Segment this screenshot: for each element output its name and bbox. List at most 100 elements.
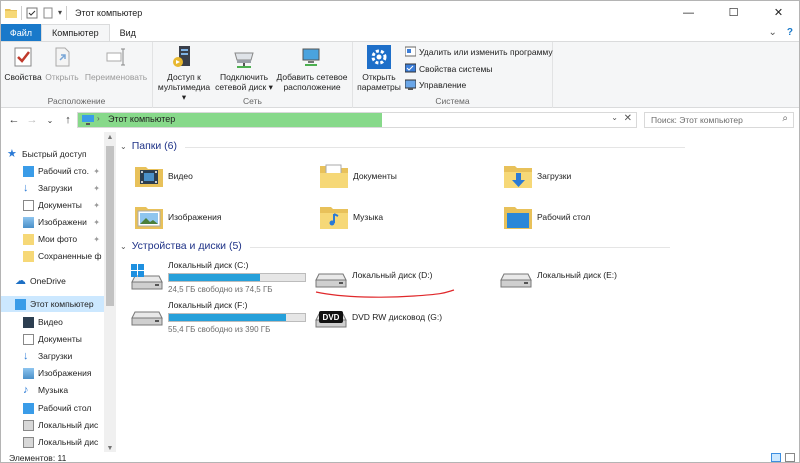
- nav-pc-desktop[interactable]: Рабочий стол: [1, 400, 104, 416]
- properties-button[interactable]: Свойства: [4, 44, 42, 82]
- back-button[interactable]: ←: [5, 114, 23, 126]
- folder-downloads[interactable]: Загрузки: [503, 161, 571, 191]
- nav-pc-video[interactable]: Видео: [1, 314, 104, 330]
- pin-icon: ✦: [93, 200, 100, 210]
- rename-label: Переименовать: [84, 72, 148, 82]
- folder-icon: [23, 233, 34, 245]
- large-icons-view-icon[interactable]: [785, 453, 795, 462]
- close-button[interactable]: ✕: [756, 1, 799, 24]
- download-arrow-icon: ↓: [23, 349, 29, 362]
- maximize-button[interactable]: ☐: [711, 1, 756, 24]
- nav-item-label: Мои фото: [38, 234, 78, 244]
- drive-g[interactable]: DVD DVD RW дисковод (G:): [314, 308, 442, 338]
- drive-free-space: 55,4 ГБ свободно из 390 ГБ: [168, 325, 271, 334]
- add-network-location-button[interactable]: Добавить сетевое расположение: [273, 44, 351, 92]
- collapse-chevron-icon[interactable]: ⌄: [120, 142, 127, 151]
- folder-pictures[interactable]: Изображения: [134, 202, 221, 232]
- system-group-name: Система: [435, 96, 470, 106]
- new-folder-icon[interactable]: [42, 7, 54, 19]
- uninstall-program-button[interactable]: Удалить или изменить программу: [405, 46, 553, 57]
- dvd-logo-text: DVD: [323, 313, 340, 322]
- tab-view[interactable]: Вид: [110, 24, 146, 41]
- nav-pc-documents[interactable]: Документы: [1, 331, 104, 347]
- nav-pc-music[interactable]: ♪ Музыка: [1, 382, 104, 398]
- network-group-name: Сеть: [243, 96, 262, 106]
- folder-music[interactable]: Музыка: [319, 202, 383, 232]
- nav-pc-drive-c[interactable]: Локальный дис: [1, 417, 104, 433]
- desktop-icon: [23, 165, 34, 177]
- system-group: Открыть параметры Удалить или изменить п…: [353, 42, 553, 108]
- media-access-button[interactable]: Доступ к мультимедиа ▾: [155, 44, 213, 102]
- nav-item-label: Рабочий сто.: [38, 166, 89, 176]
- drives-section-header[interactable]: ⌄ Устройства и диски (5): [120, 240, 670, 252]
- nav-quick-access[interactable]: ★ Быстрый доступ: [1, 146, 104, 162]
- scrollbar-thumb[interactable]: [106, 146, 114, 306]
- manage-button[interactable]: Управление: [405, 79, 466, 90]
- properties-label: Свойства: [4, 72, 42, 82]
- nav-item-label: Документы: [38, 200, 82, 210]
- nav-quick-pictures[interactable]: Изображени ✦: [1, 214, 104, 230]
- customize-toolbar-icon[interactable]: ▾: [58, 8, 62, 17]
- collapse-chevron-icon[interactable]: ⌄: [120, 242, 127, 251]
- search-box[interactable]: Поиск: Этот компьютер ⌕: [644, 112, 794, 128]
- music-note-icon: ♪: [23, 383, 29, 396]
- folder-documents[interactable]: Документы: [319, 161, 397, 191]
- nav-pc-downloads[interactable]: ↓ Загрузки: [1, 348, 104, 364]
- red-underline-annotation: [315, 289, 455, 298]
- nav-quick-saved[interactable]: Сохраненные ф: [1, 248, 104, 264]
- item-count: Элементов: 11: [9, 453, 67, 463]
- scroll-down-icon[interactable]: ▼: [104, 445, 116, 452]
- drive-e[interactable]: Локальный диск (E:): [499, 270, 617, 300]
- window-controls: — ☐ ✕: [666, 1, 799, 24]
- nav-item-label: Документы: [38, 334, 82, 344]
- nav-quick-documents[interactable]: Документы ✦: [1, 197, 104, 213]
- drive-used-fill: [169, 274, 261, 281]
- details-view-icon[interactable]: [771, 453, 781, 462]
- folder-video[interactable]: Видео: [134, 161, 193, 191]
- nav-quick-desktop[interactable]: Рабочий сто. ✦: [1, 163, 104, 179]
- properties-check-icon[interactable]: [26, 7, 38, 19]
- forward-button[interactable]: →: [23, 114, 41, 126]
- help-icon[interactable]: ?: [787, 27, 793, 38]
- nav-pc-drive-d[interactable]: Локальный дис: [1, 434, 104, 450]
- open-settings-button[interactable]: Открыть параметры: [357, 44, 401, 92]
- open-button[interactable]: Открыть: [43, 44, 81, 82]
- dvd-drive-icon: DVD: [314, 308, 348, 338]
- refresh-icon[interactable]: ✕: [624, 113, 632, 124]
- scroll-up-icon[interactable]: ▲: [104, 134, 116, 141]
- address-dropdown-icon[interactable]: ⌄: [611, 113, 618, 122]
- nav-item-label: Загрузки: [38, 183, 73, 193]
- folders-section-header[interactable]: ⌄ Папки (6): [120, 140, 685, 152]
- programs-icon: [405, 46, 416, 57]
- tab-computer[interactable]: Компьютер: [41, 24, 110, 41]
- drive-name: Локальный диск (C:): [168, 260, 249, 270]
- drive-f[interactable]: Локальный диск (F:) 55,4 ГБ свободно из …: [130, 300, 306, 334]
- collapse-ribbon-icon[interactable]: ⌄: [769, 27, 777, 38]
- location-group-name: Расположение: [47, 96, 106, 106]
- minimize-button[interactable]: —: [666, 1, 711, 24]
- pin-icon: ✦: [93, 183, 100, 193]
- rename-button[interactable]: Переименовать: [83, 44, 149, 82]
- up-button[interactable]: ↑: [59, 114, 77, 126]
- nav-quick-myphotos[interactable]: Мои фото ✦: [1, 231, 104, 247]
- nav-pc-pictures[interactable]: Изображения: [1, 365, 104, 381]
- tab-file[interactable]: Файл: [1, 24, 41, 41]
- system-properties-button[interactable]: Свойства системы: [405, 63, 492, 74]
- nav-item-label: Локальный дис: [38, 420, 99, 430]
- nav-onedrive[interactable]: ☁ OneDrive: [1, 273, 104, 289]
- downloads-folder-icon: [503, 161, 533, 191]
- drive-c[interactable]: Локальный диск (C:) 24,5 ГБ свободно из …: [130, 260, 306, 294]
- nav-quick-downloads[interactable]: ↓ Загрузки ✦: [1, 180, 104, 196]
- breadcrumb-chevron-icon[interactable]: ›: [97, 114, 100, 123]
- window-title: Этот компьютер: [75, 7, 143, 18]
- folder-label: Изображения: [168, 212, 222, 222]
- recent-locations-button[interactable]: ⌄: [41, 116, 59, 125]
- settings-label-2: параметры: [357, 82, 401, 92]
- address-bar[interactable]: › Этот компьютер ⌄ ✕: [77, 112, 637, 128]
- nav-pane-scrollbar[interactable]: ▲ ▼: [104, 132, 116, 454]
- hard-drive-icon: [499, 270, 533, 300]
- nav-this-pc[interactable]: Этот компьютер: [1, 296, 104, 312]
- folder-desktop[interactable]: Рабочий стол: [503, 202, 590, 232]
- search-placeholder: Поиск: Этот компьютер: [651, 115, 743, 125]
- map-drive-button[interactable]: Подключить сетевой диск ▾: [215, 44, 273, 92]
